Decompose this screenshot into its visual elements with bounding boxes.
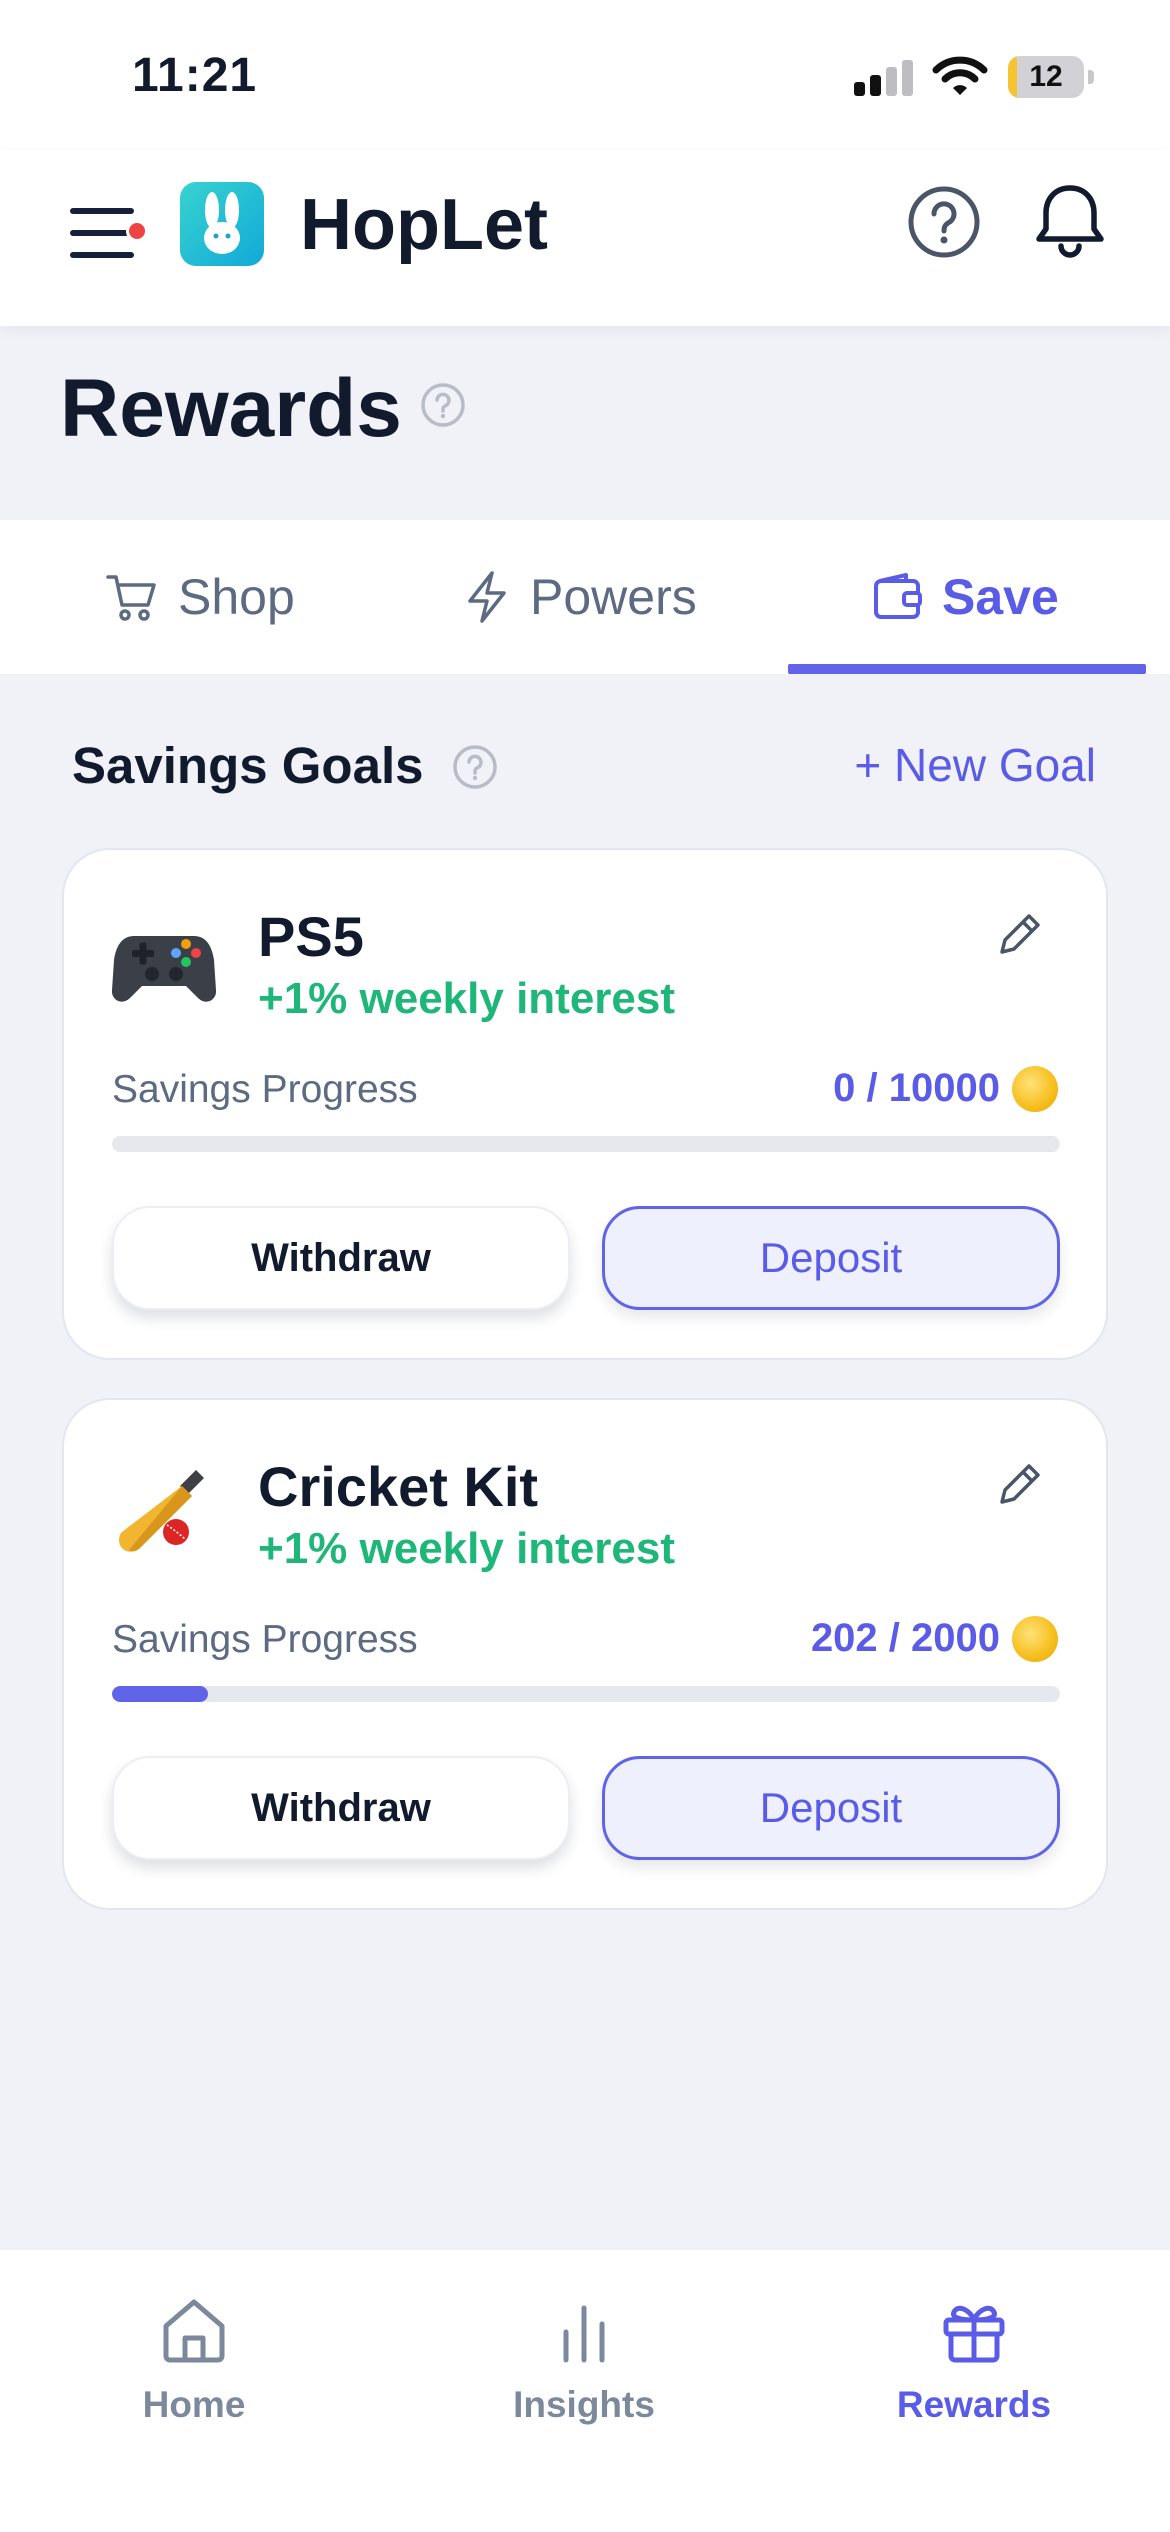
progress-bar [112,1136,1060,1152]
cart-icon [106,575,156,621]
active-tab-indicator [788,664,1146,674]
goal-interest: +1% weekly interest [258,1524,676,1573]
goal-card-ps5: PS5 +1% weekly interest Savings Progress… [62,848,1108,1360]
progress-fill [112,1686,208,1702]
bar-chart-icon [563,2305,605,2363]
progress-bar [112,1686,1060,1702]
menu-button[interactable] [66,192,148,262]
status-time: 11:21 [132,49,258,102]
app-logo [180,182,264,266]
app-name: HopLet [300,185,548,265]
nav-rewards-label: Rewards [896,2384,1052,2425]
tab-shop[interactable]: Shop [104,520,295,674]
tab-shop-label: Shop [178,569,295,625]
goal-interest: +1% weekly interest [258,974,676,1023]
help-circle-icon [908,186,980,258]
nav-insights[interactable]: Insights [454,2294,714,2426]
goal-name: Cricket Kit [258,1455,539,1518]
app-header: HopLet [0,150,1170,326]
savings-info-icon[interactable] [452,744,498,790]
coin-icon [1012,1066,1058,1112]
gamepad-icon [112,936,216,1002]
tab-save[interactable]: Save [872,520,1059,674]
nav-rewards[interactable]: Rewards [844,2294,1104,2426]
bottom-nav: Home Insights Rewards [0,2248,1170,2532]
deposit-button[interactable]: Deposit [602,1756,1060,1860]
tab-save-label: Save [942,569,1059,625]
wallet-icon [874,573,922,619]
goal-card-cricket-kit: Cricket Kit +1% weekly interest Savings … [62,1398,1108,1910]
cellular-signal-icon [854,60,914,96]
nav-insights-label: Insights [513,2384,655,2425]
home-icon [163,2299,225,2363]
edit-goal-icon[interactable] [992,1456,1048,1512]
withdraw-button[interactable]: Withdraw [112,1756,570,1860]
tab-powers-label: Powers [530,569,697,625]
new-goal-button[interactable]: + New Goal [854,738,1096,792]
lightning-icon [468,571,506,623]
rewards-screen: 11:21 12 HopLet Rewards Shop Powers Save… [0,0,1170,2532]
nav-home[interactable]: Home [64,2294,324,2426]
title-area: Rewards [0,326,1170,520]
battery-level: 12 [1029,60,1063,93]
help-button[interactable] [906,184,982,260]
deposit-button[interactable]: Deposit [602,1206,1060,1310]
coin-icon [1012,1616,1058,1662]
tab-powers[interactable]: Powers [462,520,697,674]
rabbit-icon [204,192,240,254]
bell-icon [1036,185,1104,258]
hamburger-icon [70,208,134,214]
cricket-bat-icon [119,1470,204,1552]
page-title: Rewards [60,363,402,454]
progress-label: Savings Progress [112,1618,418,1661]
edit-goal-icon[interactable] [992,906,1048,962]
rewards-info-icon[interactable] [420,382,466,428]
progress-label: Savings Progress [112,1068,418,1111]
gift-icon [943,2305,1005,2363]
notification-dot [126,220,148,242]
notifications-button[interactable] [1030,180,1110,264]
progress-amount: 202 / 2000 [810,1616,1000,1660]
goal-name: PS5 [258,905,364,968]
wifi-icon [932,56,988,95]
rewards-tabs: Shop Powers Save [0,520,1170,674]
status-bar: 11:21 12 [0,0,1170,150]
savings-goals-title: Savings Goals [72,737,424,794]
battery-icon: 12 [1008,56,1094,98]
withdraw-button[interactable]: Withdraw [112,1206,570,1310]
nav-home-label: Home [142,2384,246,2425]
progress-amount: 0 / 10000 [833,1066,1000,1110]
